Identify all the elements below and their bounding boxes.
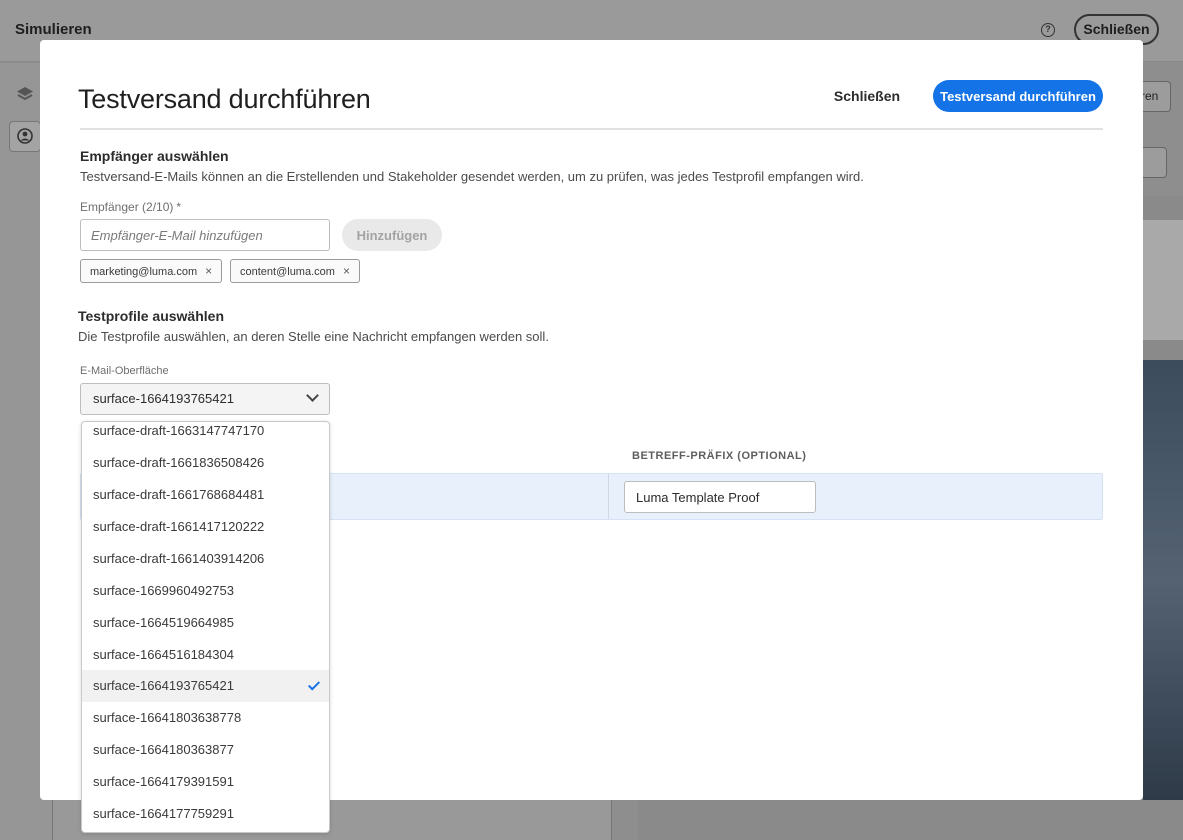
dropdown-option[interactable]: surface-draft-1661836508426 (82, 447, 329, 479)
dropdown-option[interactable]: surface-draft-1661768684481 (82, 479, 329, 511)
help-icon[interactable]: ? (1041, 23, 1055, 37)
send-proof-button[interactable]: Testversand durchführen (933, 80, 1103, 112)
subject-prefix-input[interactable] (624, 481, 816, 513)
dropdown-option[interactable]: surface-16641803638778 (82, 702, 329, 734)
remove-tag-icon[interactable]: × (205, 264, 212, 278)
background-button[interactable]: ren (1140, 81, 1171, 112)
dropdown-option[interactable]: surface-1664179391591 (82, 766, 329, 798)
column-divider (608, 474, 609, 519)
background-preview-image (1143, 360, 1183, 800)
surface-select[interactable]: surface-1664193765421 (80, 383, 330, 415)
dropdown-option[interactable]: surface-1664177759291 (82, 798, 329, 830)
layers-icon[interactable] (16, 86, 34, 104)
dropdown-option[interactable]: surface-1669960492753 (82, 575, 329, 607)
background-icon-button[interactable] (1140, 147, 1167, 178)
profiles-title: Testprofile auswählen (78, 308, 224, 324)
required-mark: * (176, 200, 182, 214)
add-recipient-button[interactable]: Hinzufügen (342, 219, 442, 251)
column-header-subject-prefix: BETREFF-PRÄFIX (OPTIONAL) (632, 450, 807, 462)
dropdown-option[interactable]: surface-draft-1663147747170 (82, 422, 329, 447)
close-button[interactable]: Schließen (824, 80, 910, 112)
recipients-title: Empfänger auswählen (80, 148, 229, 164)
app-title: Simulieren (15, 21, 92, 38)
chevron-down-icon (306, 389, 319, 402)
surface-dropdown-list: surface-draft-1663147747170 surface-draf… (81, 421, 330, 833)
dropdown-option[interactable]: surface-1664516184304 (82, 639, 329, 671)
dialog-title: Testversand durchführen (78, 84, 371, 114)
profiles-description: Die Testprofile auswählen, an deren Stel… (78, 329, 549, 344)
recipient-tag: marketing@luma.com × (80, 259, 223, 283)
dropdown-option[interactable]: surface-draft-1661403914206 (82, 543, 329, 575)
surface-label: E-Mail-Oberfläche (80, 365, 169, 377)
recipients-description: Testversand-E-Mails können an die Erstel… (80, 169, 864, 184)
checkmark-icon (307, 678, 321, 691)
recipient-email-input[interactable] (80, 219, 330, 251)
header-divider (80, 128, 1103, 130)
dropdown-option-selected[interactable]: surface-1664193765421 (82, 670, 329, 702)
background-preview-header (1143, 220, 1183, 340)
profile-icon[interactable] (9, 121, 41, 152)
dropdown-option[interactable]: surface-1664519664985 (82, 607, 329, 639)
recipients-field-label: Empfänger (2/10) * (80, 200, 182, 214)
dropdown-option[interactable]: surface-1664180363877 (82, 734, 329, 766)
remove-tag-icon[interactable]: × (343, 264, 350, 278)
dropdown-option[interactable]: surface-draft-1661417120222 (82, 511, 329, 543)
recipient-tag: content@luma.com × (230, 259, 360, 283)
